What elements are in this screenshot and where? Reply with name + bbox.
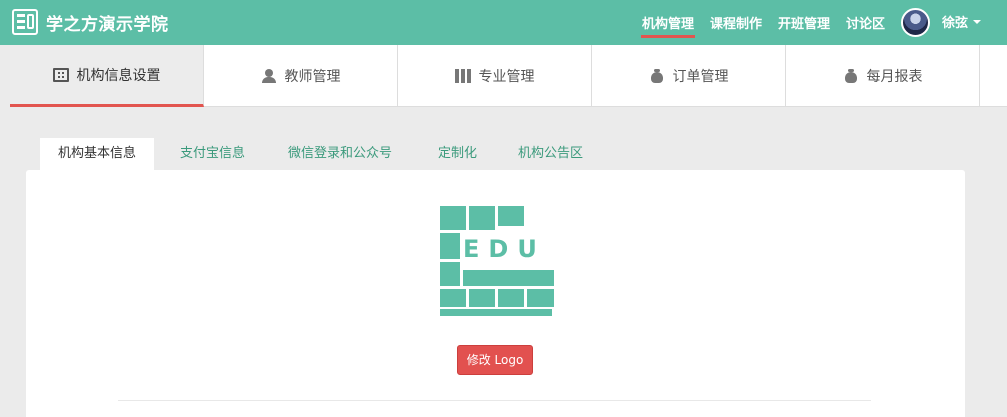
nav-class-management[interactable]: 开班管理 [778, 13, 830, 32]
brand[interactable]: 学之方演示学院 [12, 9, 169, 35]
caret-down-icon[interactable] [973, 20, 981, 24]
building-icon [52, 67, 69, 82]
money-bag-icon [649, 68, 665, 83]
user-menu[interactable]: 徐弦 [942, 12, 968, 31]
logo-text: EDU [463, 235, 546, 263]
subtab-label: 订单管理 [672, 68, 729, 85]
sub-navbar: 机构信息设置 教师管理 专业管理 订单管理 每月报表 [10, 45, 1007, 107]
tab-basic-info[interactable]: 机构基本信息 [40, 138, 155, 170]
subtab-org-info-settings[interactable]: 机构信息设置 [10, 45, 204, 107]
divider [118, 400, 871, 401]
tab-customization[interactable]: 定制化 [420, 138, 495, 170]
nav-org-management[interactable]: 机构管理 [640, 13, 696, 38]
subtab-teacher-management[interactable]: 教师管理 [204, 45, 398, 106]
nav-discussion[interactable]: 讨论区 [846, 13, 885, 32]
subtab-label: 每月报表 [866, 68, 923, 85]
money-bag-icon [843, 68, 859, 83]
basic-info-panel: EDU 修改 Logo [26, 170, 965, 417]
tab-alipay-info[interactable]: 支付宝信息 [162, 138, 263, 170]
edit-logo-button[interactable]: 修改 Logo [457, 345, 533, 375]
book-icon [454, 68, 471, 83]
brand-title: 学之方演示学院 [46, 14, 169, 35]
subtab-label: 机构信息设置 [76, 67, 161, 84]
avatar[interactable] [901, 8, 930, 37]
nav-course-creation[interactable]: 课程制作 [710, 13, 762, 32]
tab-announcements[interactable]: 机构公告区 [500, 138, 601, 170]
edu-logo-icon [12, 9, 38, 35]
user-icon [261, 68, 277, 83]
subtab-order-management[interactable]: 订单管理 [592, 45, 786, 106]
tab-wechat-login[interactable]: 微信登录和公众号 [270, 138, 410, 170]
subtab-label: 专业管理 [478, 68, 535, 85]
subtab-monthly-report[interactable]: 每月报表 [786, 45, 980, 106]
subtab-label: 教师管理 [284, 68, 341, 85]
subtab-major-management[interactable]: 专业管理 [398, 45, 592, 106]
top-navbar: 学之方演示学院 机构管理 课程制作 开班管理 讨论区 徐弦 [0, 0, 1007, 45]
org-logo-image: EDU [436, 198, 558, 320]
